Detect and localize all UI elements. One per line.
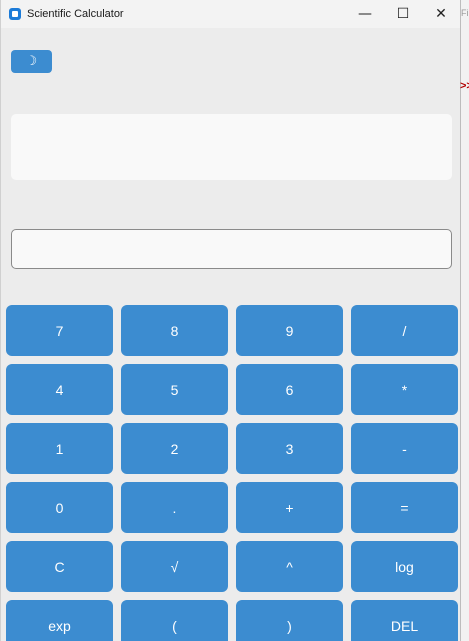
key-label: 5	[170, 381, 179, 398]
digit-6-key[interactable]: 6	[236, 364, 343, 415]
exp-key[interactable]: exp	[6, 600, 113, 641]
add-key[interactable]: +	[236, 482, 343, 533]
key-label: 2	[170, 440, 179, 457]
key-label: 3	[285, 440, 294, 457]
log-key[interactable]: log	[351, 541, 458, 592]
decimal-key[interactable]: .	[121, 482, 228, 533]
background-window	[461, 0, 469, 641]
divide-key[interactable]: /	[351, 305, 458, 356]
moon-icon: ☽	[25, 54, 38, 69]
key-label: DEL	[390, 617, 419, 634]
window-controls: — ☐ ✕	[346, 0, 460, 28]
expression-input[interactable]	[11, 229, 452, 269]
maximize-button[interactable]: ☐	[384, 0, 422, 28]
key-label: .	[172, 499, 177, 516]
digit-5-key[interactable]: 5	[121, 364, 228, 415]
calculator-window: Scientific Calculator — ☐ ✕ ☽ 7 8 9 / 4 5 6 * 1 2…	[0, 0, 461, 641]
key-label: (	[172, 617, 177, 634]
key-label: ^	[286, 558, 293, 575]
key-label: =	[400, 499, 409, 516]
key-label: 1	[55, 440, 64, 457]
digit-8-key[interactable]: 8	[121, 305, 228, 356]
minimize-button[interactable]: —	[346, 0, 384, 28]
digit-1-key[interactable]: 1	[6, 423, 113, 474]
key-label: 6	[285, 381, 294, 398]
key-label: /	[402, 322, 407, 339]
key-label: log	[395, 558, 414, 575]
digit-7-key[interactable]: 7	[6, 305, 113, 356]
title-bar[interactable]: Scientific Calculator — ☐ ✕	[1, 0, 460, 28]
digit-3-key[interactable]: 3	[236, 423, 343, 474]
key-label: √	[170, 558, 179, 575]
key-label: *	[401, 381, 408, 398]
digit-9-key[interactable]: 9	[236, 305, 343, 356]
key-label: -	[402, 440, 407, 457]
close-paren-key[interactable]: )	[236, 600, 343, 641]
key-label: 4	[55, 381, 64, 398]
power-key[interactable]: ^	[236, 541, 343, 592]
key-label: 7	[55, 322, 64, 339]
equals-key[interactable]: =	[351, 482, 458, 533]
key-label: 0	[55, 499, 64, 516]
key-label: )	[287, 617, 292, 634]
background-window-label: Fi	[461, 8, 469, 18]
key-label: 8	[170, 322, 179, 339]
clear-key[interactable]: C	[6, 541, 113, 592]
key-label: C	[54, 558, 65, 575]
window-title: Scientific Calculator	[27, 8, 124, 20]
sqrt-key[interactable]: √	[121, 541, 228, 592]
key-label: 9	[285, 322, 294, 339]
multiply-key[interactable]: *	[351, 364, 458, 415]
subtract-key[interactable]: -	[351, 423, 458, 474]
digit-2-key[interactable]: 2	[121, 423, 228, 474]
close-button[interactable]: ✕	[422, 0, 460, 28]
maximize-icon: ☐	[396, 6, 410, 22]
theme-toggle-button[interactable]: ☽	[11, 50, 52, 73]
delete-key[interactable]: DEL	[351, 600, 458, 641]
close-icon: ✕	[435, 6, 447, 22]
key-label: exp	[48, 617, 71, 634]
background-window-marker: >>	[460, 80, 469, 92]
minimize-icon: —	[358, 6, 372, 22]
history-display	[11, 114, 452, 180]
digit-4-key[interactable]: 4	[6, 364, 113, 415]
key-label: +	[285, 499, 294, 516]
app-icon	[9, 8, 21, 20]
open-paren-key[interactable]: (	[121, 600, 228, 641]
digit-0-key[interactable]: 0	[6, 482, 113, 533]
